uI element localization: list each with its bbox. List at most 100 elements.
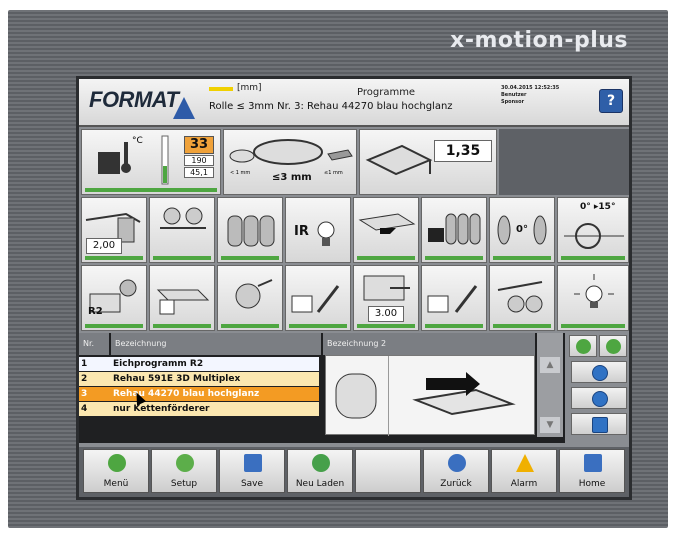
row-nr: 2 — [81, 374, 88, 384]
home-button[interactable]: Home — [559, 449, 625, 493]
datetime: 30.04.2015 12:52:35 — [501, 85, 560, 91]
profile-trim-icon — [156, 289, 210, 315]
user-value: Sponsor — [501, 99, 525, 105]
row-nr: 4 — [81, 404, 88, 414]
thickness-small-left: < 1 mm — [230, 170, 251, 176]
temperature-aux: 45,1 — [184, 167, 214, 178]
unit-tile-angle[interactable]: 0° ▸15° — [557, 197, 629, 263]
table-row[interactable]: 1 Eichprogramm R2 — [79, 357, 319, 371]
unit-tile-light[interactable] — [557, 265, 629, 331]
table-row-selected[interactable]: 3 Rehau 44270 blau hochglanz — [79, 387, 319, 401]
edge-roll-icon — [229, 139, 353, 165]
polishing-icon — [497, 281, 543, 313]
program-preview — [325, 355, 535, 436]
unit-tile-glue-scraper[interactable] — [421, 265, 487, 331]
status-bar — [493, 324, 551, 328]
status-bar — [221, 324, 279, 328]
help-icon[interactable]: ? — [599, 89, 623, 113]
menu-icon — [108, 454, 126, 472]
status-bar — [561, 256, 625, 260]
warning-icon — [516, 454, 534, 472]
info-button[interactable] — [571, 361, 627, 383]
status-bar — [221, 256, 279, 260]
reload-icon — [312, 454, 330, 472]
user-label: Benutzer — [501, 92, 527, 98]
thickness-label: ≤3 mm — [272, 172, 312, 183]
unit-tile-rough-trim[interactable] — [421, 197, 487, 263]
unit-tile-corner[interactable]: R2 — [81, 265, 147, 331]
status-bar — [425, 256, 483, 260]
home-icon — [584, 454, 602, 472]
scroll-down-button[interactable]: ▼ — [540, 417, 560, 433]
save-button[interactable]: Save — [219, 449, 285, 493]
unit-tile-profile[interactable] — [149, 265, 215, 331]
temperature-set: 190 — [184, 155, 214, 166]
status-bar — [357, 324, 415, 328]
unit-tile-glue[interactable] — [149, 197, 215, 263]
temperature-value: 33 — [184, 136, 214, 154]
saw-icon — [85, 212, 141, 243]
program-settings-button[interactable] — [571, 387, 627, 409]
scroll-up-button[interactable]: ▲ — [540, 357, 560, 373]
settings-row-1: °C 33 190 45,1 < 1 mm ≤3 mm ≤1 mm 1,35 — [79, 129, 629, 196]
bottom-toolbar: Menü Setup Save Neu Laden Zurück Alarm H… — [79, 447, 629, 497]
page-title: Programme — [357, 87, 416, 98]
row-nr: 1 — [81, 359, 88, 369]
side-controls — [567, 333, 629, 443]
thickness-tile[interactable]: < 1 mm ≤3 mm ≤1 mm — [223, 129, 357, 195]
move-down-button[interactable] — [599, 335, 627, 357]
row-nr: 3 — [81, 389, 88, 399]
machine-bezel: x-motion-plus FORMAT [mm] Programme Roll… — [8, 10, 668, 528]
unit-label: [mm] — [237, 83, 262, 93]
info-icon — [592, 365, 608, 381]
table-row[interactable]: 4 nur Kettenförderer — [79, 402, 319, 416]
alarm-button[interactable]: Alarm — [491, 449, 557, 493]
copy-icon — [592, 417, 608, 433]
status-bar — [85, 324, 143, 328]
setup-icon — [176, 454, 194, 472]
unit-tile-fine-trim[interactable]: 0° — [489, 197, 555, 263]
brand-logo: x-motion-plus — [450, 28, 628, 53]
rough-trim-icon — [428, 213, 481, 245]
edge-thickness-tile[interactable]: 1,35 — [359, 129, 497, 195]
unit-tile-end-trim[interactable] — [353, 197, 419, 263]
unit-tile-groove[interactable]: 3.00 — [353, 265, 419, 331]
status-bar — [425, 324, 483, 328]
end-trim-icon — [358, 213, 416, 234]
col-header-name2: Bezeichnung 2 — [323, 333, 535, 355]
edge-preview-icon — [335, 356, 516, 436]
temperature-tile[interactable]: °C 33 190 45,1 — [81, 129, 221, 195]
status-bar — [85, 188, 217, 192]
unit-tile-polish[interactable] — [489, 265, 555, 331]
reload-button[interactable]: Neu Laden — [287, 449, 353, 493]
unit-tile-scraper[interactable] — [217, 265, 283, 331]
back-button[interactable]: Zurück — [423, 449, 489, 493]
active-program: Rolle ≤ 3mm Nr. 3: Rehau 44270 blau hoch… — [209, 101, 453, 112]
buffing-icon — [291, 285, 340, 313]
empty-button[interactable] — [355, 449, 421, 493]
status-bar — [85, 256, 143, 260]
status-bar — [561, 324, 625, 328]
press-rollers-icon — [227, 215, 275, 247]
edge-thickness-value: 1,35 — [434, 140, 492, 162]
unit-tile-joint-trim[interactable]: 2,00 — [81, 197, 147, 263]
table-scrollbar[interactable]: ▲ ▼ — [537, 333, 563, 437]
down-arrow-icon — [606, 339, 621, 354]
setup-button[interactable]: Setup — [151, 449, 217, 493]
settings-row-3: R2 3.00 — [79, 265, 629, 332]
unit-tile-press[interactable] — [217, 197, 283, 263]
tile-value: 2,00 — [86, 238, 122, 254]
angle-label: 0° — [516, 224, 528, 235]
menu-button[interactable]: Menü — [83, 449, 149, 493]
unit-tile-buffer[interactable] — [285, 265, 351, 331]
move-up-button[interactable] — [569, 335, 597, 357]
angle-range-label: 0° ▸15° — [580, 202, 616, 212]
table-row[interactable]: 2 Rehau 591E 3D Multiplex — [79, 372, 319, 386]
format-logo: FORMAT — [89, 87, 179, 112]
unit-tile-ir[interactable]: IR — [285, 197, 351, 263]
settings-row-2: 2,00 IR 0° 0° ▸15° — [79, 197, 629, 264]
tile-value: 3.00 — [368, 306, 404, 322]
thickness-small-right: ≤1 mm — [324, 170, 343, 176]
copy-program-button[interactable] — [571, 413, 627, 435]
status-bar — [289, 324, 347, 328]
